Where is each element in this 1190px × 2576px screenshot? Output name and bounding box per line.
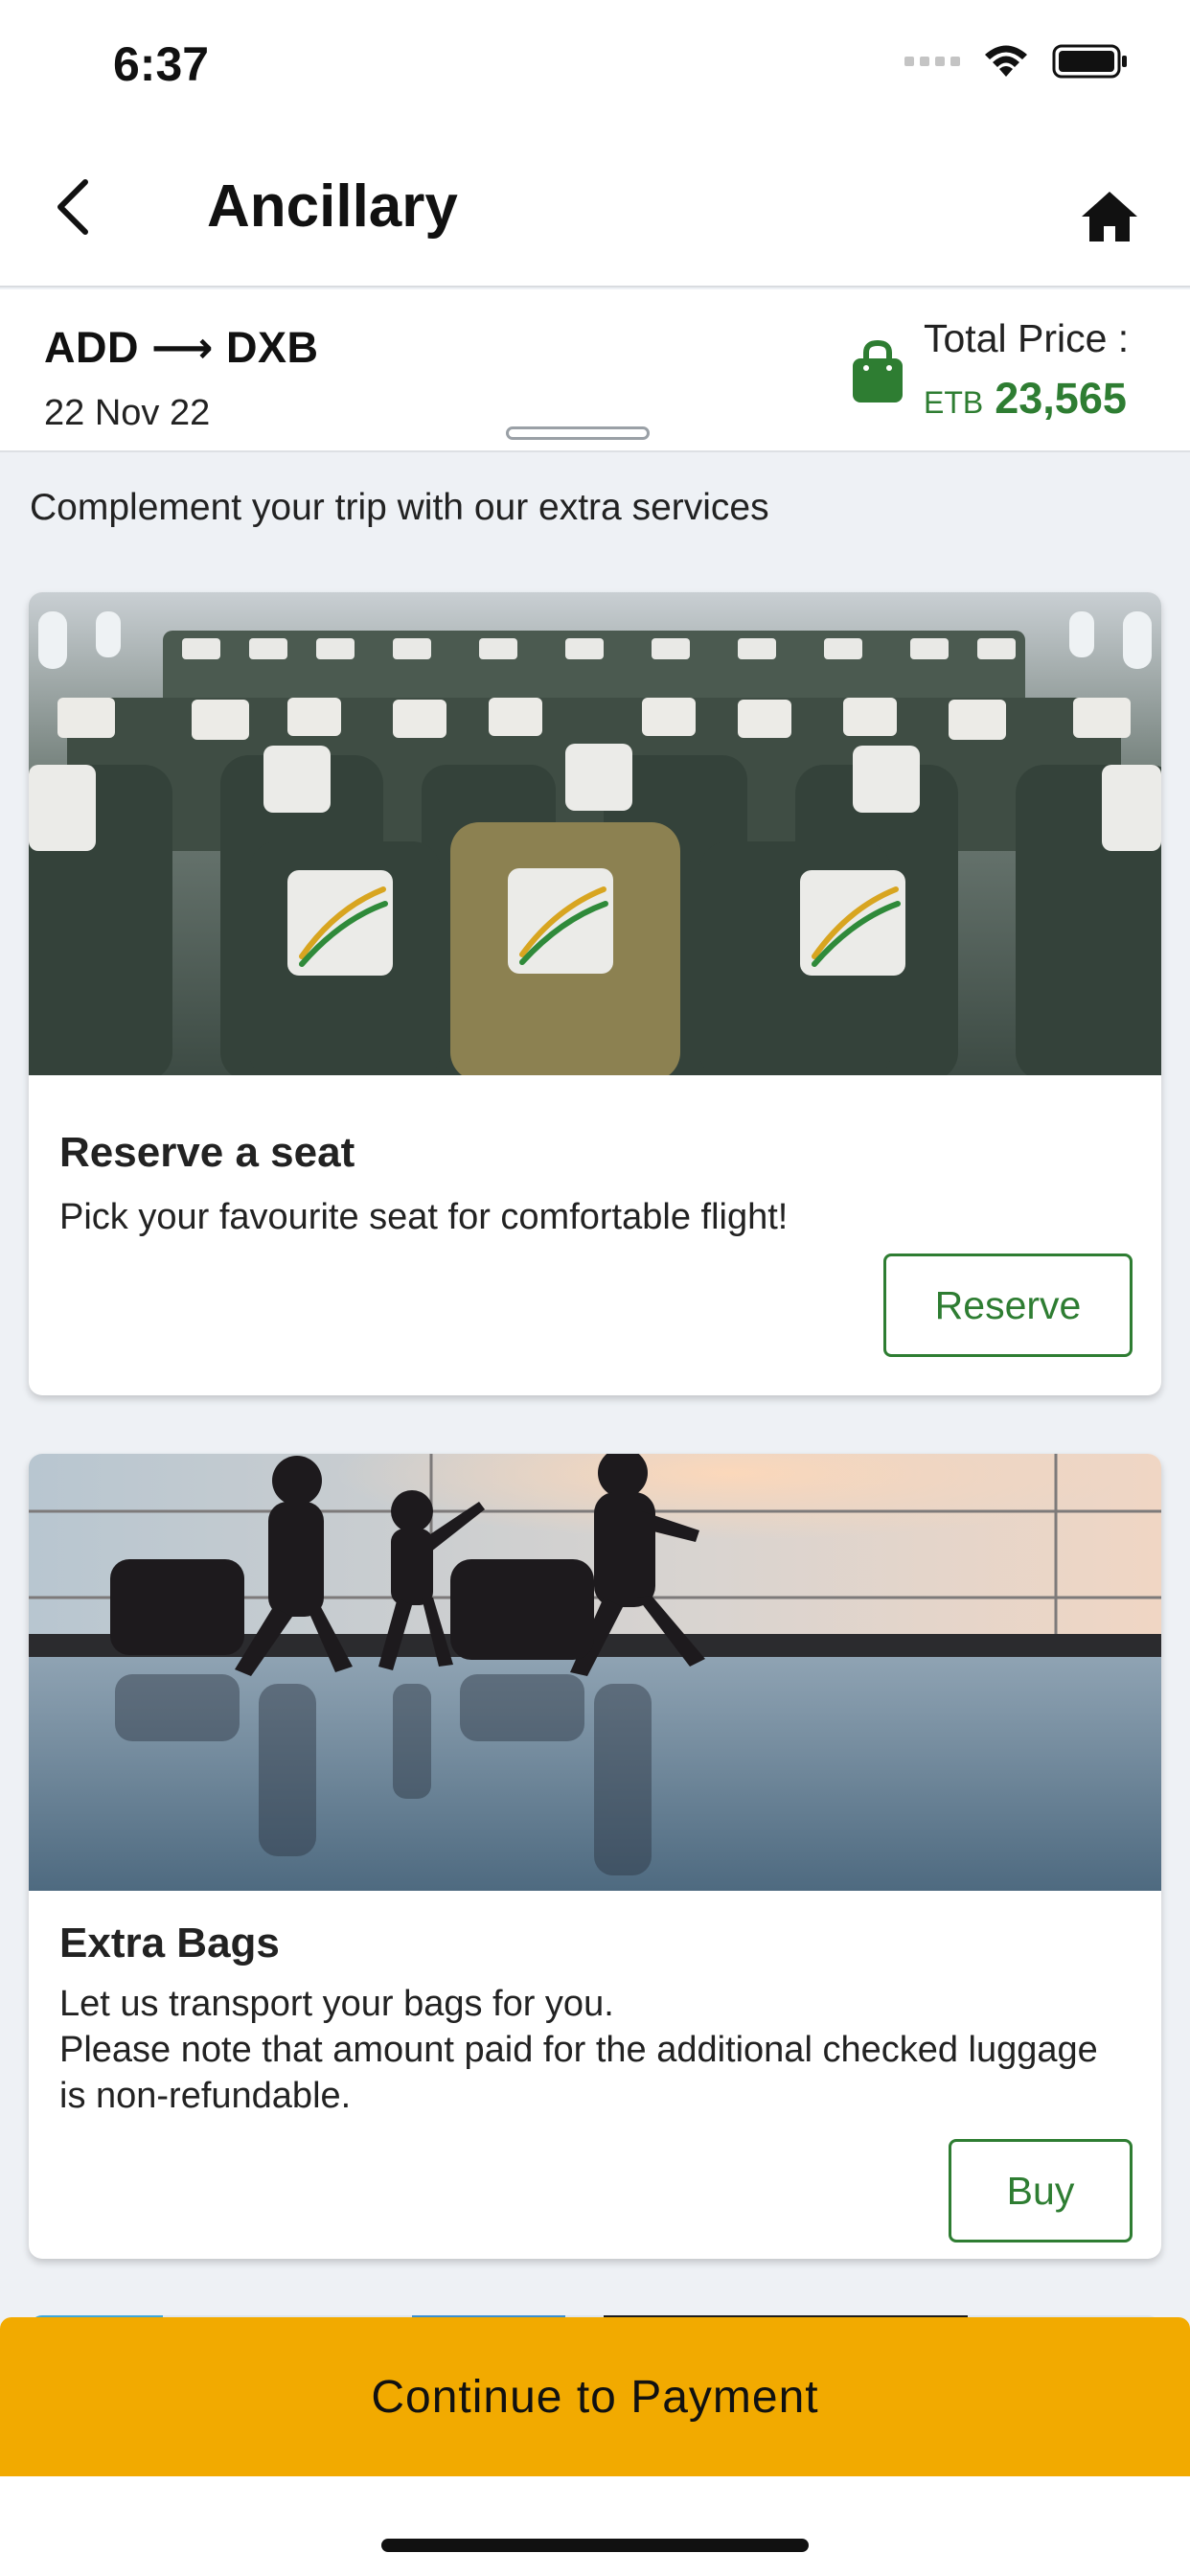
aircraft-cabin-image — [29, 592, 1161, 1075]
status-bar: 6:37 — [0, 0, 1190, 126]
destination-code: DXB — [226, 323, 319, 372]
bags-card-body: Extra Bags Let us transport your bags fo… — [29, 1891, 1161, 2119]
bags-description-line-1: Let us transport your bags for you. — [59, 1984, 614, 2024]
home-icon — [1082, 192, 1137, 242]
home-button[interactable] — [1071, 178, 1148, 255]
travel-date: 22 Nov 22 — [44, 393, 211, 433]
seat-card-title: Reserve a seat — [59, 1129, 355, 1176]
home-indicator[interactable] — [381, 2539, 809, 2552]
total-price-value: ETB 23,565 — [924, 374, 1127, 424]
airport-travelers-image — [29, 1454, 1161, 1891]
continue-to-payment-button[interactable]: Continue to Payment — [0, 2317, 1190, 2476]
wifi-icon — [985, 45, 1027, 77]
bags-card-title: Extra Bags — [59, 1920, 280, 1966]
total-amount: 23,565 — [995, 374, 1127, 423]
seat-card-body: Reserve a seat Pick your favourite seat … — [29, 1075, 1161, 1240]
extra-bags-card: Extra Bags Let us transport your bags fo… — [29, 1454, 1161, 2259]
battery-icon — [1052, 44, 1127, 79]
bags-description-line-2: Please note that amount paid for the add… — [59, 2030, 1098, 2116]
page-title: Ancillary — [207, 173, 458, 240]
reserve-button[interactable]: Reserve — [883, 1254, 1133, 1357]
back-button[interactable] — [38, 171, 105, 243]
cellular-signal-icon — [904, 57, 960, 66]
drag-handle[interactable] — [506, 426, 650, 440]
navigation-bar: Ancillary — [0, 126, 1190, 288]
status-icons — [904, 42, 1129, 80]
currency: ETB — [924, 385, 984, 420]
seat-card-description: Pick your favourite seat for comfortable… — [59, 1197, 789, 1237]
bags-card-description: Let us transport your bags for you. Plea… — [59, 1981, 1131, 2119]
home-indicator-area — [0, 2476, 1190, 2576]
intro-text: Complement your trip with our extra serv… — [30, 487, 769, 528]
seat-reservation-card: Reserve a seat Pick your favourite seat … — [29, 592, 1161, 1395]
shopping-bag-icon — [853, 339, 903, 402]
status-time: 6:37 — [113, 37, 210, 91]
route: ADD ⟶ DXB — [44, 322, 319, 373]
trip-summary: ADD ⟶ DXB 22 Nov 22 Total Price : ETB 23… — [0, 289, 1190, 452]
total-price-label: Total Price : — [924, 316, 1130, 360]
buy-button[interactable]: Buy — [949, 2139, 1133, 2242]
route-arrow: ⟶ — [151, 323, 215, 372]
chevron-left-icon — [57, 179, 88, 235]
origin-code: ADD — [44, 323, 139, 372]
